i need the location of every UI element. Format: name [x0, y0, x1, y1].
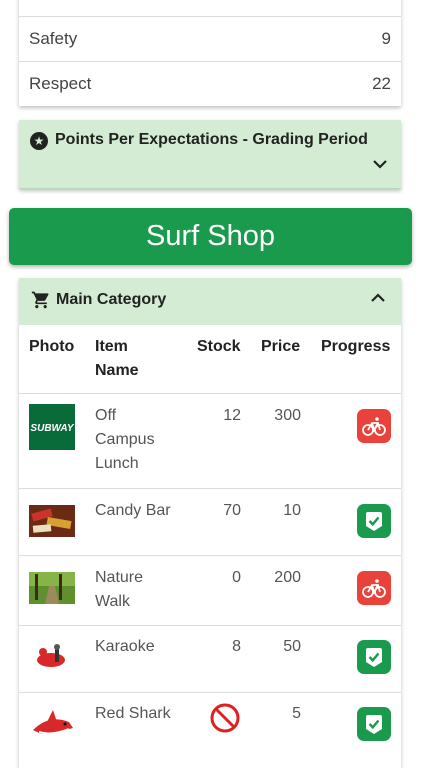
chevron-up-icon[interactable]	[371, 290, 385, 308]
item-name: Karaoke	[95, 638, 155, 655]
item-stock: 70	[223, 502, 241, 519]
item-price: 5	[292, 705, 301, 722]
divider	[19, 692, 401, 693]
subway-logo-text: SUBWAY	[30, 423, 74, 434]
item-price: 10	[283, 502, 301, 519]
item-stock: 12	[223, 407, 241, 424]
star-circle-icon: ★	[30, 132, 48, 150]
bike-icon[interactable]	[357, 409, 391, 443]
item-photo	[29, 572, 75, 604]
stat-row-respect: Respect 22	[19, 61, 401, 106]
item-name: Red Shark	[95, 705, 171, 722]
column-header-item-name: Item Name	[95, 338, 139, 379]
stats-card: Safety 9 Respect 22	[19, 0, 401, 106]
check-icon[interactable]	[357, 707, 391, 741]
item-price: 50	[283, 638, 301, 655]
category-card: Main Category Photo Item Name Stock Pric…	[19, 278, 401, 768]
points-accordion[interactable]: ★ Points Per Expectations - Grading Peri…	[19, 120, 401, 189]
stat-value: 22	[372, 74, 391, 93]
divider	[19, 488, 401, 489]
item-name: Nature Walk	[95, 569, 144, 610]
surf-shop-button[interactable]: Surf Shop	[9, 208, 412, 265]
check-icon[interactable]	[357, 504, 391, 538]
item-photo	[29, 702, 75, 746]
category-header[interactable]: Main Category	[19, 278, 401, 325]
divider	[19, 555, 401, 556]
item-stock: 8	[232, 638, 241, 655]
divider	[19, 625, 401, 626]
stat-value: 9	[381, 29, 391, 48]
stat-label: Respect	[29, 74, 92, 93]
bike-icon[interactable]	[357, 571, 391, 605]
item-price: 300	[274, 407, 301, 424]
category-title: Main Category	[56, 291, 167, 308]
column-header-stock: Stock	[197, 338, 241, 355]
stat-label: Safety	[29, 29, 78, 48]
item-photo: SUBWAY	[29, 404, 75, 450]
item-photo	[29, 505, 75, 537]
cart-icon	[31, 290, 51, 315]
chevron-down-icon[interactable]	[373, 156, 387, 174]
item-photo	[29, 640, 75, 676]
column-header-photo: Photo	[29, 338, 75, 355]
points-title: Points Per Expectations - Grading Period	[55, 131, 368, 148]
stat-row-safety: Safety 9	[19, 16, 401, 61]
no-entry-icon	[209, 702, 241, 739]
check-icon[interactable]	[357, 640, 391, 674]
item-stock: 0	[232, 569, 241, 586]
column-header-progress: Progress	[321, 338, 391, 355]
column-header-price: Price	[261, 338, 301, 355]
divider	[19, 393, 401, 394]
item-name: Candy Bar	[95, 502, 171, 519]
item-price: 200	[274, 569, 301, 586]
item-name: Off Campus Lunch	[95, 407, 155, 472]
